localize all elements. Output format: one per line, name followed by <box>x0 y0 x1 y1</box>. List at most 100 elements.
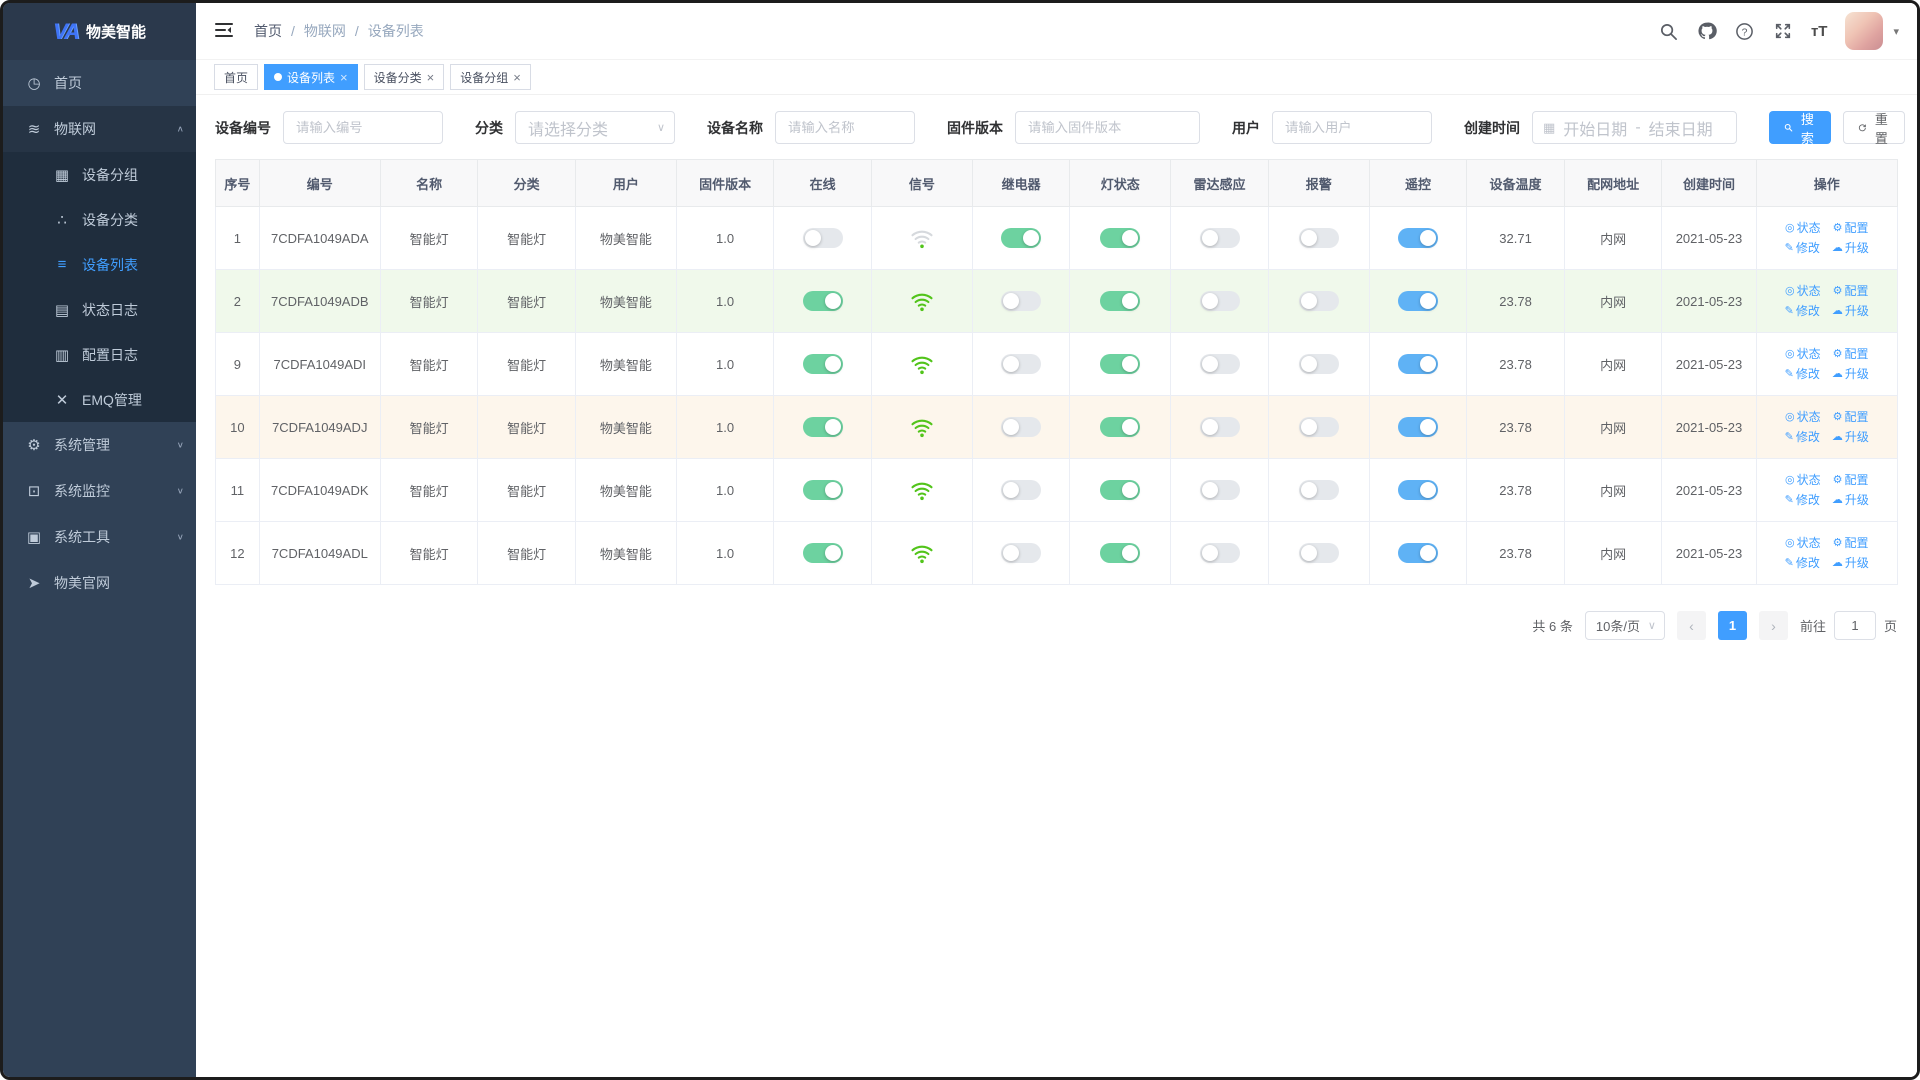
action-status-link[interactable]: ◎ 状态 <box>1785 470 1821 490</box>
radar-toggle[interactable] <box>1199 291 1240 311</box>
radar-toggle[interactable] <box>1199 228 1240 248</box>
close-icon[interactable]: × <box>340 71 348 84</box>
light-toggle[interactable] <box>1100 228 1141 248</box>
light-toggle[interactable] <box>1100 291 1141 311</box>
relay-toggle[interactable] <box>1001 417 1042 437</box>
remote-toggle[interactable] <box>1397 354 1438 374</box>
filter-firmware-input[interactable] <box>1015 111 1200 144</box>
action-edit-link[interactable]: ✎ 修改 <box>1785 553 1820 573</box>
remote-toggle[interactable] <box>1397 480 1438 500</box>
sidebar-item-emq[interactable]: ✕ EMQ管理 <box>3 377 196 422</box>
filter-created-daterange[interactable]: ▦ 开始日期 - 结束日期 <box>1532 111 1737 144</box>
action-edit-link[interactable]: ✎ 修改 <box>1785 238 1820 258</box>
relay-toggle[interactable] <box>1001 291 1042 311</box>
action-status-link[interactable]: ◎ 状态 <box>1785 218 1821 238</box>
action-upgrade-link[interactable]: ☁ 升级 <box>1832 427 1869 447</box>
filter-user-input[interactable] <box>1272 111 1432 144</box>
alarm-toggle[interactable] <box>1298 543 1339 563</box>
radar-toggle[interactable] <box>1199 417 1240 437</box>
action-config-link[interactable]: ⚙ 配置 <box>1833 533 1869 553</box>
user-avatar[interactable] <box>1845 12 1884 50</box>
current-page-button[interactable]: 1 <box>1717 611 1747 640</box>
alarm-toggle[interactable] <box>1298 228 1339 248</box>
radar-toggle[interactable] <box>1199 354 1240 374</box>
sidebar-item-system-tools[interactable]: ▣ 系统工具 ∨ <box>3 514 196 560</box>
app-logo[interactable]: VA 物美智能 <box>3 3 196 60</box>
online-toggle[interactable] <box>802 291 843 311</box>
search-icon[interactable] <box>1659 21 1679 41</box>
light-toggle[interactable] <box>1100 354 1141 374</box>
breadcrumb-home[interactable]: 首页 <box>254 21 282 41</box>
goto-page-input[interactable] <box>1833 611 1876 640</box>
remote-toggle[interactable] <box>1397 543 1438 563</box>
action-config-link[interactable]: ⚙ 配置 <box>1833 344 1869 364</box>
search-button[interactable]: 搜索 <box>1769 111 1832 146</box>
sidebar-item-config-log[interactable]: ▥ 配置日志 <box>3 332 196 377</box>
action-upgrade-link[interactable]: ☁ 升级 <box>1832 301 1869 321</box>
action-upgrade-link[interactable]: ☁ 升级 <box>1832 364 1869 384</box>
breadcrumb-iot[interactable]: 物联网 <box>304 21 346 41</box>
online-toggle[interactable] <box>802 354 843 374</box>
sidebar-item-iot[interactable]: ≋ 物联网 ∧ <box>3 106 196 152</box>
light-toggle[interactable] <box>1100 417 1141 437</box>
tab-device-list[interactable]: 设备列表 × <box>264 64 358 90</box>
sidebar-toggle-icon[interactable] <box>214 20 236 42</box>
reset-button[interactable]: 重置 <box>1843 111 1906 146</box>
chevron-down-icon[interactable]: ▾ <box>1893 25 1899 38</box>
light-toggle[interactable] <box>1100 543 1141 563</box>
alarm-toggle[interactable] <box>1298 417 1339 437</box>
online-toggle[interactable] <box>802 417 843 437</box>
relay-toggle[interactable] <box>1001 354 1042 374</box>
remote-toggle[interactable] <box>1397 417 1438 437</box>
action-config-link[interactable]: ⚙ 配置 <box>1833 218 1869 238</box>
close-icon[interactable]: × <box>513 71 521 84</box>
alarm-toggle[interactable] <box>1298 480 1339 500</box>
github-icon[interactable] <box>1697 21 1717 41</box>
question-icon[interactable]: ? <box>1735 21 1755 41</box>
action-status-link[interactable]: ◎ 状态 <box>1785 533 1821 553</box>
action-edit-link[interactable]: ✎ 修改 <box>1785 427 1820 447</box>
font-size-icon[interactable]: ᴛT <box>1811 23 1828 40</box>
sidebar-item-status-log[interactable]: ▤ 状态日志 <box>3 287 196 332</box>
online-toggle[interactable] <box>802 228 843 248</box>
tab-device-group[interactable]: 设备分组 × <box>450 64 531 90</box>
alarm-toggle[interactable] <box>1298 354 1339 374</box>
action-upgrade-link[interactable]: ☁ 升级 <box>1832 238 1869 258</box>
action-config-link[interactable]: ⚙ 配置 <box>1833 470 1869 490</box>
action-status-link[interactable]: ◎ 状态 <box>1785 344 1821 364</box>
light-toggle[interactable] <box>1100 480 1141 500</box>
page-size-select[interactable]: 10条/页 ∨ <box>1584 611 1665 640</box>
action-status-link[interactable]: ◎ 状态 <box>1785 281 1821 301</box>
remote-toggle[interactable] <box>1397 228 1438 248</box>
relay-toggle[interactable] <box>1001 543 1042 563</box>
filter-device-code-input[interactable] <box>283 111 443 144</box>
radar-toggle[interactable] <box>1199 480 1240 500</box>
action-config-link[interactable]: ⚙ 配置 <box>1833 281 1869 301</box>
sidebar-item-device-list[interactable]: ≡ 设备列表 <box>3 242 196 287</box>
filter-category-select[interactable]: 请选择分类 ∨ <box>515 111 675 144</box>
action-edit-link[interactable]: ✎ 修改 <box>1785 364 1820 384</box>
next-page-button[interactable]: › <box>1758 611 1788 640</box>
online-toggle[interactable] <box>802 480 843 500</box>
alarm-toggle[interactable] <box>1298 291 1339 311</box>
sidebar-item-device-group[interactable]: ▦ 设备分组 <box>3 152 196 197</box>
prev-page-button[interactable]: ‹ <box>1676 611 1706 640</box>
action-edit-link[interactable]: ✎ 修改 <box>1785 490 1820 510</box>
action-edit-link[interactable]: ✎ 修改 <box>1785 301 1820 321</box>
relay-toggle[interactable] <box>1001 228 1042 248</box>
action-upgrade-link[interactable]: ☁ 升级 <box>1832 490 1869 510</box>
action-upgrade-link[interactable]: ☁ 升级 <box>1832 553 1869 573</box>
action-config-link[interactable]: ⚙ 配置 <box>1833 407 1869 427</box>
filter-device-name-input[interactable] <box>775 111 915 144</box>
radar-toggle[interactable] <box>1199 543 1240 563</box>
action-status-link[interactable]: ◎ 状态 <box>1785 407 1821 427</box>
remote-toggle[interactable] <box>1397 291 1438 311</box>
sidebar-item-system-mgmt[interactable]: ⚙ 系统管理 ∨ <box>3 422 196 468</box>
sidebar-item-home[interactable]: ◷ 首页 <box>3 60 196 106</box>
close-icon[interactable]: × <box>427 71 435 84</box>
sidebar-item-official-site[interactable]: ➤ 物美官网 <box>3 560 196 606</box>
fullscreen-icon[interactable] <box>1773 21 1793 41</box>
tab-home[interactable]: 首页 <box>214 64 259 90</box>
online-toggle[interactable] <box>802 543 843 563</box>
sidebar-item-system-monitor[interactable]: ⊡ 系统监控 ∨ <box>3 468 196 514</box>
